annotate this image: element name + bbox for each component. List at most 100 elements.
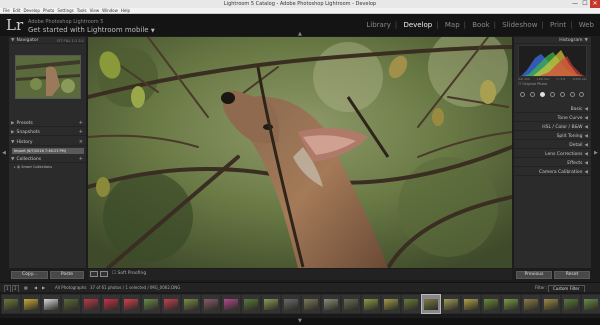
filmstrip-thumbnail[interactable] xyxy=(1,294,21,314)
crop-tool-icon[interactable] xyxy=(530,91,536,97)
histogram-graph[interactable] xyxy=(518,45,587,77)
section-label: Camera Calibration xyxy=(538,170,583,175)
filmstrip-thumbnail[interactable] xyxy=(281,294,301,314)
filmstrip-thumbnail[interactable] xyxy=(481,294,501,314)
filmstrip-thumbnail[interactable] xyxy=(301,294,321,314)
navigator-header[interactable]: ▼ Navigator FIT FILL 1:1 3:1 xyxy=(9,37,86,44)
presets-label: Presets xyxy=(16,121,33,126)
thumbnail-image xyxy=(544,299,558,310)
presets-header[interactable]: ▶ Presets + xyxy=(9,120,86,127)
section-label: Basic xyxy=(570,107,583,112)
panel-basic[interactable]: Basic ◀ xyxy=(514,106,591,113)
module-separator: | xyxy=(463,21,466,29)
main-photo-view[interactable] xyxy=(88,37,512,268)
filmstrip-thumbnail[interactable] xyxy=(101,294,121,314)
history-item[interactable]: Import (6/7/2016 7:46:23 PM) xyxy=(12,148,84,154)
panel-camera-calibration[interactable]: Camera Calibration ◀ xyxy=(514,169,591,176)
paste-button[interactable]: Paste xyxy=(50,271,84,279)
add-preset-icon[interactable]: + xyxy=(79,120,83,127)
filmstrip-thumbnail[interactable] xyxy=(381,294,401,314)
soft-proofing-label: Soft Proofing xyxy=(117,271,147,276)
history-header[interactable]: ▼ History × xyxy=(9,139,86,146)
filmstrip-thumbnail[interactable] xyxy=(461,294,481,314)
left-panel-toggle-icon[interactable]: ◀ xyxy=(2,150,6,156)
module-print[interactable]: Print xyxy=(550,21,566,29)
right-panel-toggle-icon[interactable]: ▶ xyxy=(594,150,598,156)
add-snapshot-icon[interactable]: + xyxy=(79,129,83,136)
panel-detail[interactable]: Detail ◀ xyxy=(514,142,591,149)
filmstrip[interactable] xyxy=(0,292,600,317)
filmstrip-thumbnail[interactable] xyxy=(121,294,141,314)
collections-header[interactable]: ▼ Collections + xyxy=(9,156,86,163)
clear-history-icon[interactable]: × xyxy=(79,139,83,146)
get-started-link[interactable]: Get started with Lightroom mobile ▼ xyxy=(28,26,155,34)
histogram-header[interactable]: Histogram ▼ xyxy=(514,37,591,44)
before-after-icon[interactable] xyxy=(100,271,108,277)
navigator-preview[interactable] xyxy=(15,55,81,99)
maximize-icon[interactable]: ☐ xyxy=(580,0,590,8)
filmstrip-thumbnail[interactable] xyxy=(61,294,81,314)
module-book[interactable]: Book xyxy=(472,21,489,29)
filmstrip-thumbnail[interactable] xyxy=(261,294,281,314)
panel-tone-curve[interactable]: Tone Curve ◀ xyxy=(514,115,591,122)
filmstrip-thumbnail[interactable] xyxy=(181,294,201,314)
minimize-icon[interactable]: — xyxy=(570,0,580,8)
filmstrip-thumbnail[interactable] xyxy=(21,294,41,314)
thumbnail-image xyxy=(184,299,198,310)
module-slideshow[interactable]: Slideshow xyxy=(502,21,537,29)
soft-proofing-toggle[interactable]: ☐ Soft Proofing xyxy=(112,271,146,277)
reset-button[interactable]: Reset xyxy=(554,271,590,279)
filmstrip-thumbnail[interactable] xyxy=(441,294,461,314)
radial-filter-icon[interactable] xyxy=(569,91,575,97)
snapshots-header[interactable]: ▶ Snapshots + xyxy=(9,129,86,136)
previous-button[interactable]: Previous xyxy=(516,271,552,279)
add-collection-icon[interactable]: + xyxy=(79,156,83,163)
spot-removal-icon[interactable] xyxy=(540,91,546,97)
panel-lens-corrections[interactable]: Lens Corrections ◀ xyxy=(514,151,591,158)
filmstrip-thumbnail[interactable] xyxy=(361,294,381,314)
module-picker: Library | Develop | Map | Book | Slideshow | … xyxy=(362,21,594,29)
bottom-panel-toggle-icon[interactable]: ▼ xyxy=(298,318,302,324)
title-bar: Lightroom 5 Catalog - Adobe Photoshop Li… xyxy=(0,0,600,8)
filmstrip-thumbnail[interactable] xyxy=(561,294,581,314)
close-icon[interactable]: ✕ xyxy=(590,0,600,8)
filmstrip-thumbnail[interactable] xyxy=(581,294,600,314)
filmstrip-thumbnail[interactable] xyxy=(541,294,561,314)
filmstrip-thumbnail[interactable] xyxy=(421,294,441,314)
adjustment-brush-icon[interactable] xyxy=(579,91,585,97)
module-web[interactable]: Web xyxy=(579,21,594,29)
filmstrip-thumbnail[interactable] xyxy=(81,294,101,314)
copy-button[interactable]: Copy... xyxy=(11,271,48,279)
tool-strip xyxy=(518,90,587,98)
thumbnail-image xyxy=(384,299,398,310)
filmstrip-thumbnail[interactable] xyxy=(201,294,221,314)
panel-effects[interactable]: Effects ◀ xyxy=(514,160,591,167)
left-panel: ▼ Navigator FIT FILL 1:1 3:1 ▶ Presets + ▶ Sn… xyxy=(9,37,86,268)
filmstrip-thumbnail[interactable] xyxy=(521,294,541,314)
filmstrip-thumbnail[interactable] xyxy=(321,294,341,314)
filmstrip-thumbnail[interactable] xyxy=(161,294,181,314)
filmstrip-thumbnail[interactable] xyxy=(241,294,261,314)
thumbnail-image xyxy=(64,299,78,310)
panel-split-toning[interactable]: Split Toning ◀ xyxy=(514,133,591,140)
module-library[interactable]: Library xyxy=(366,21,390,29)
filmstrip-thumbnail[interactable] xyxy=(341,294,361,314)
collection-item-smart[interactable]: ▸ ▣ Smart Collections xyxy=(12,164,84,170)
toolbar: ☐ Soft Proofing xyxy=(88,269,512,280)
filmstrip-thumbnail[interactable] xyxy=(401,294,421,314)
navigator-zoom-options[interactable]: FIT FILL 1:1 3:1 xyxy=(57,38,84,45)
module-map[interactable]: Map xyxy=(445,21,460,29)
histogram-label: Histogram xyxy=(559,38,583,43)
grid-tool-icon[interactable] xyxy=(520,91,526,97)
loupe-view-icon[interactable] xyxy=(90,271,98,277)
filmstrip-thumbnail[interactable] xyxy=(41,294,61,314)
graduated-filter-icon[interactable] xyxy=(559,91,565,97)
thumbnail-image xyxy=(204,299,218,310)
red-eye-icon[interactable] xyxy=(549,91,555,97)
filmstrip-thumbnail[interactable] xyxy=(501,294,521,314)
filmstrip-thumbnail[interactable] xyxy=(221,294,241,314)
original-photo-checkbox[interactable]: ☐ Original Photo xyxy=(518,82,547,86)
filmstrip-thumbnail[interactable] xyxy=(141,294,161,314)
module-develop[interactable]: Develop xyxy=(403,21,432,29)
panel-hsl[interactable]: HSL / Color / B&W ◀ xyxy=(514,124,591,131)
